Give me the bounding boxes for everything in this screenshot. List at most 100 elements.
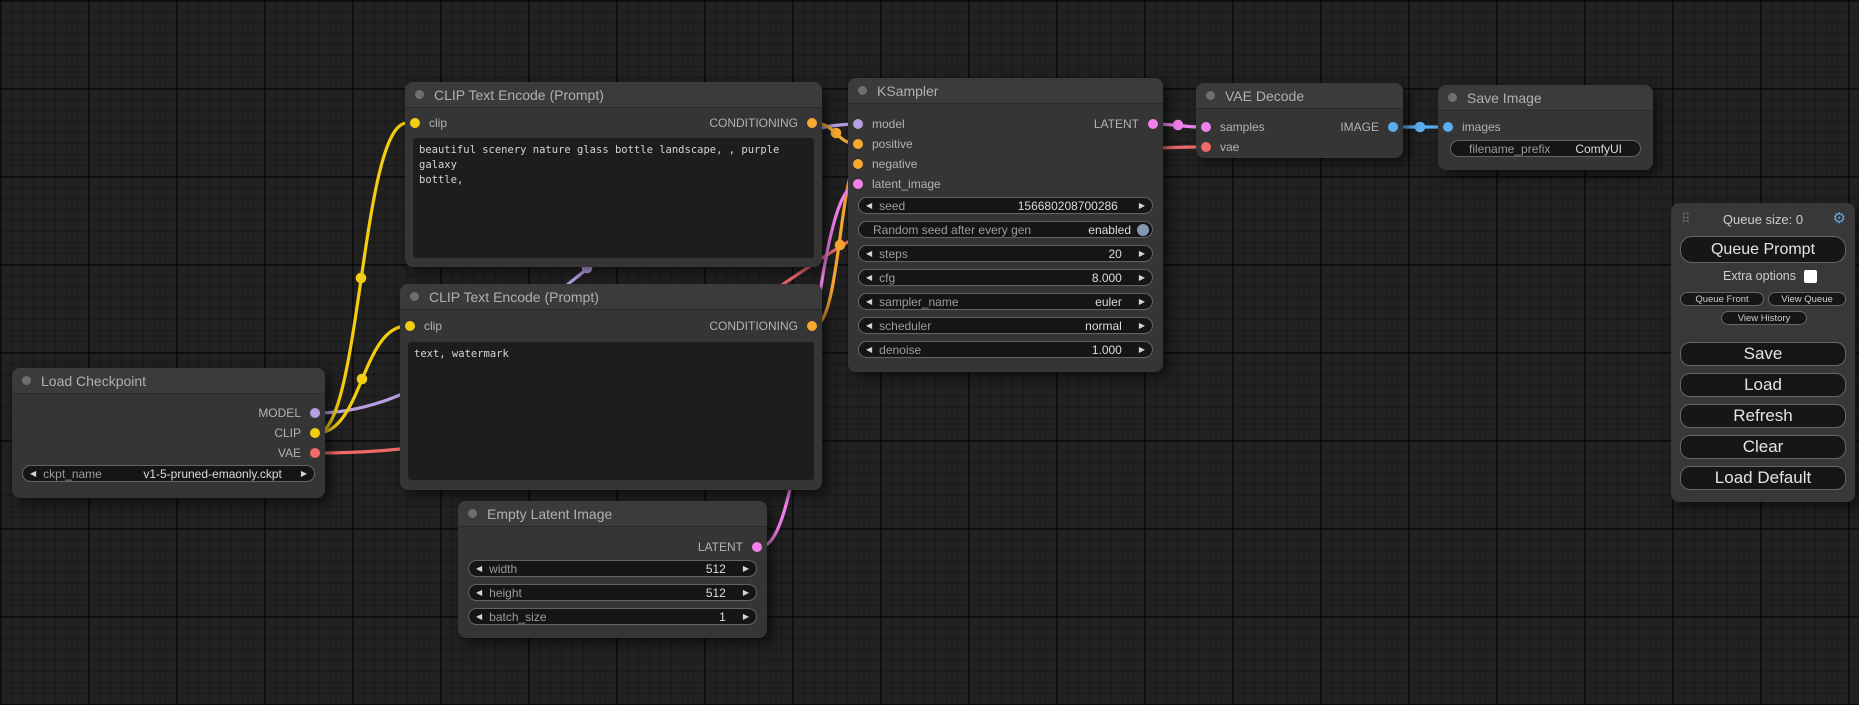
widget-value[interactable]: 512 <box>706 586 726 600</box>
decrement-arrow-icon[interactable]: ◀ <box>469 588 489 597</box>
filename-prefix-widget[interactable]: filename_prefix ComfyUI <box>1450 140 1641 157</box>
widget-value[interactable]: v1-5-pruned-emaonly.ckpt <box>143 467 282 481</box>
output-slot-clip[interactable]: CLIP <box>274 426 320 440</box>
refresh-button[interactable]: Refresh <box>1680 404 1846 428</box>
steps-widget[interactable]: ◀ steps 20 ▶ <box>858 245 1153 262</box>
widget-value[interactable]: 156680208700286 <box>1018 199 1118 213</box>
input-slot-positive[interactable]: positive <box>853 137 913 151</box>
node-clip-negative-titlebar[interactable]: CLIP Text Encode (Prompt) <box>400 284 822 310</box>
image-slot-dot[interactable] <box>1388 122 1398 132</box>
input-slot-negative[interactable]: negative <box>853 157 917 171</box>
widget-value[interactable]: 8.000 <box>1092 271 1122 285</box>
widget-value[interactable]: euler <box>1095 295 1122 309</box>
widget-value[interactable]: normal <box>1085 319 1122 333</box>
seed-widget[interactable]: ◀ seed 156680208700286 ▶ <box>858 197 1153 214</box>
decrement-arrow-icon[interactable]: ◀ <box>469 564 489 573</box>
decrement-arrow-icon[interactable]: ◀ <box>23 469 43 478</box>
latent-slot-dot[interactable] <box>752 542 762 552</box>
vae-slot-dot[interactable] <box>1201 142 1211 152</box>
vae-slot-dot[interactable] <box>310 448 320 458</box>
positive-prompt-textarea[interactable]: beautiful scenery nature glass bottle la… <box>413 138 814 258</box>
increment-arrow-icon[interactable]: ▶ <box>736 564 756 573</box>
widget-value[interactable]: 1.000 <box>1092 343 1122 357</box>
decrement-arrow-icon[interactable]: ◀ <box>859 249 879 258</box>
node-save-image-titlebar[interactable]: Save Image <box>1438 85 1653 111</box>
output-slot-model[interactable]: MODEL <box>258 406 320 420</box>
collapse-dot-icon[interactable] <box>468 509 477 518</box>
output-slot-latent[interactable]: LATENT <box>698 540 762 554</box>
collapse-dot-icon[interactable] <box>415 90 424 99</box>
output-slot-conditioning[interactable]: CONDITIONING <box>709 319 817 333</box>
widget-value[interactable]: 20 <box>1108 247 1121 261</box>
collapse-dot-icon[interactable] <box>858 86 867 95</box>
scheduler-widget[interactable]: ◀ scheduler normal ▶ <box>858 317 1153 334</box>
load-default-button[interactable]: Load Default <box>1680 466 1846 490</box>
cfg-widget[interactable]: ◀ cfg 8.000 ▶ <box>858 269 1153 286</box>
view-history-button[interactable]: View History <box>1721 311 1807 325</box>
model-slot-dot[interactable] <box>310 408 320 418</box>
decrement-arrow-icon[interactable]: ◀ <box>859 273 879 282</box>
conditioning-slot-dot[interactable] <box>853 139 863 149</box>
input-slot-model[interactable]: model <box>853 117 905 131</box>
input-slot-images[interactable]: images <box>1443 120 1501 134</box>
increment-arrow-icon[interactable]: ▶ <box>1132 273 1152 282</box>
collapse-dot-icon[interactable] <box>1206 91 1215 100</box>
model-slot-dot[interactable] <box>853 119 863 129</box>
node-clip-positive-titlebar[interactable]: CLIP Text Encode (Prompt) <box>405 82 822 108</box>
clip-slot-dot[interactable] <box>310 428 320 438</box>
random-seed-widget[interactable]: Random seed after every gen enabled <box>858 221 1153 238</box>
latent-slot-dot[interactable] <box>1148 119 1158 129</box>
widget-value[interactable]: ComfyUI <box>1575 142 1622 156</box>
latent-slot-dot[interactable] <box>1201 122 1211 132</box>
settings-gear-icon[interactable]: ⚙ <box>1833 209 1846 227</box>
conditioning-slot-dot[interactable] <box>853 159 863 169</box>
output-slot-vae[interactable]: VAE <box>278 446 320 460</box>
negative-prompt-textarea[interactable]: text, watermark <box>408 342 814 480</box>
random-seed-toggle[interactable] <box>1137 224 1149 236</box>
node-ksampler-titlebar[interactable]: KSampler <box>848 78 1163 104</box>
decrement-arrow-icon[interactable]: ◀ <box>859 345 879 354</box>
increment-arrow-icon[interactable]: ▶ <box>736 588 756 597</box>
width-widget[interactable]: ◀ width 512 ▶ <box>468 560 757 577</box>
height-widget[interactable]: ◀ height 512 ▶ <box>468 584 757 601</box>
decrement-arrow-icon[interactable]: ◀ <box>859 201 879 210</box>
input-slot-clip[interactable]: clip <box>405 319 442 333</box>
decrement-arrow-icon[interactable]: ◀ <box>469 612 489 621</box>
increment-arrow-icon[interactable]: ▶ <box>1132 297 1152 306</box>
image-slot-dot[interactable] <box>1443 122 1453 132</box>
view-queue-button[interactable]: View Queue <box>1768 292 1846 306</box>
increment-arrow-icon[interactable]: ▶ <box>736 612 756 621</box>
increment-arrow-icon[interactable]: ▶ <box>294 469 314 478</box>
node-empty-latent-titlebar[interactable]: Empty Latent Image <box>458 501 767 527</box>
ckpt-name-widget[interactable]: ◀ ckpt_name v1-5-pruned-emaonly.ckpt ▶ <box>22 465 315 482</box>
input-slot-latent-image[interactable]: latent_image <box>853 177 941 191</box>
increment-arrow-icon[interactable]: ▶ <box>1132 249 1152 258</box>
collapse-dot-icon[interactable] <box>1448 93 1457 102</box>
save-button[interactable]: Save <box>1680 342 1846 366</box>
conditioning-slot-dot[interactable] <box>807 118 817 128</box>
sampler-name-widget[interactable]: ◀ sampler_name euler ▶ <box>858 293 1153 310</box>
queue-front-button[interactable]: Queue Front <box>1680 292 1764 306</box>
latent-slot-dot[interactable] <box>853 179 863 189</box>
increment-arrow-icon[interactable]: ▶ <box>1132 201 1152 210</box>
conditioning-slot-dot[interactable] <box>807 321 817 331</box>
increment-arrow-icon[interactable]: ▶ <box>1132 345 1152 354</box>
output-slot-latent[interactable]: LATENT <box>1094 117 1158 131</box>
node-load-checkpoint-titlebar[interactable]: Load Checkpoint <box>12 368 325 394</box>
node-vae-decode-titlebar[interactable]: VAE Decode <box>1196 83 1403 109</box>
widget-value[interactable]: 1 <box>719 610 726 624</box>
input-slot-samples[interactable]: samples <box>1201 120 1265 134</box>
collapse-dot-icon[interactable] <box>22 376 31 385</box>
clear-button[interactable]: Clear <box>1680 435 1846 459</box>
output-slot-conditioning[interactable]: CONDITIONING <box>709 116 817 130</box>
extra-options-checkbox[interactable] <box>1804 270 1817 283</box>
decrement-arrow-icon[interactable]: ◀ <box>859 297 879 306</box>
queue-prompt-button[interactable]: Queue Prompt <box>1680 236 1846 263</box>
drag-handle-icon[interactable]: ⠿ <box>1681 211 1689 227</box>
clip-slot-dot[interactable] <box>410 118 420 128</box>
denoise-widget[interactable]: ◀ denoise 1.000 ▶ <box>858 341 1153 358</box>
widget-value[interactable]: 512 <box>706 562 726 576</box>
collapse-dot-icon[interactable] <box>410 292 419 301</box>
decrement-arrow-icon[interactable]: ◀ <box>859 321 879 330</box>
clip-slot-dot[interactable] <box>405 321 415 331</box>
